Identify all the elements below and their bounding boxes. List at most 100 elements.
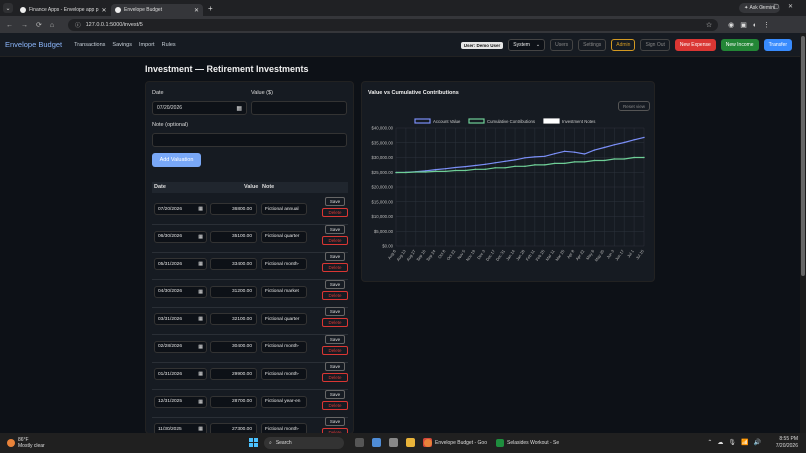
calendar-icon[interactable]: ▦ — [198, 289, 203, 295]
row-save-button[interactable]: Save — [325, 197, 345, 206]
file-explorer-icon[interactable] — [406, 438, 415, 447]
data-point — [454, 166, 457, 169]
row-note-input[interactable]: Fictional month- — [261, 340, 307, 353]
new-income-button[interactable]: New Income — [720, 39, 759, 51]
row-value-input[interactable]: 30400.00 — [210, 340, 257, 353]
row-save-button[interactable]: Save — [325, 334, 345, 344]
row-date-input[interactable]: 04/30/2026 ▦ — [154, 285, 207, 298]
row-value-input[interactable]: 35100.00 — [210, 230, 257, 243]
users-button[interactable]: Users — [550, 39, 574, 51]
nav-link-import[interactable]: Import — [139, 42, 155, 48]
row-value-input[interactable]: 28700.00 — [210, 395, 257, 408]
transfer-button[interactable]: Transfer — [763, 39, 792, 51]
value-vs-contributions-chart[interactable]: Account Value Cumulative Contributions Inv… — [362, 114, 654, 282]
row-date-input[interactable]: 01/31/2026 ▦ — [154, 368, 207, 380]
row-save-button[interactable]: Save — [325, 362, 345, 371]
row-save-button[interactable]: Save — [325, 279, 345, 289]
calendar-icon[interactable]: ▦ — [198, 399, 203, 405]
row-save-button[interactable]: Save — [325, 224, 345, 234]
calendar-icon[interactable]: ▦ — [198, 316, 203, 322]
browser-tab-envelope-budget[interactable]: Envelope Budget ✕ — [111, 4, 203, 16]
window-controls[interactable]: –▢✕ — [761, 3, 802, 10]
new-expense-button[interactable]: New Expense — [674, 39, 716, 51]
windows-start-icon[interactable] — [249, 438, 258, 447]
reset-view-button[interactable]: Reset view — [618, 101, 650, 111]
calendar-icon[interactable]: ▦ — [198, 206, 203, 212]
row-value-input[interactable]: 36800.00 — [210, 203, 257, 215]
nav-link-rules[interactable]: Rules — [162, 42, 176, 48]
row-delete-button[interactable]: Delete — [322, 400, 348, 410]
admin-button[interactable]: Admin — [611, 39, 636, 51]
row-delete-button[interactable]: Delete — [322, 208, 348, 217]
browser-tab-finance-apps[interactable]: Finance Apps - Envelope app p ✕ — [16, 4, 108, 16]
row-note-input[interactable]: Fictional month- — [261, 368, 307, 380]
row-save-button[interactable]: Save — [325, 389, 345, 399]
weather-desc: Mostly clear — [18, 443, 45, 449]
system-tray-icons[interactable]: ⌃☁🎙📶🔊 — [707, 439, 766, 446]
data-point — [464, 169, 467, 172]
taskbar-search[interactable]: ⌕ Search — [264, 437, 344, 449]
row-delete-button[interactable]: Delete — [322, 345, 348, 355]
row-date-input[interactable]: 12/31/2025 ▦ — [154, 395, 207, 408]
row-value-input[interactable]: 29900.00 — [210, 368, 257, 380]
chat-icon[interactable] — [389, 438, 398, 447]
calendar-icon[interactable]: ▦ — [198, 426, 203, 432]
row-save-button[interactable]: Save — [325, 307, 345, 316]
row-save-button[interactable]: Save — [325, 252, 345, 261]
row-note-input[interactable]: Fictional market — [261, 285, 307, 298]
calendar-icon[interactable]: ▦ — [198, 261, 203, 267]
close-tab-icon[interactable]: ✕ — [102, 7, 107, 14]
row-value-input[interactable]: 33400.00 — [210, 258, 257, 270]
calendar-icon[interactable]: ▦ — [198, 234, 203, 240]
navigation-icons[interactable]: ←→⟳⌂ — [6, 21, 62, 29]
tab-title: Finance Apps - Envelope app p — [29, 7, 99, 13]
taskbar-app-chrome[interactable]: Envelope Budget - Goo — [424, 437, 487, 449]
row-date-input[interactable]: 06/30/2026 ▦ — [154, 230, 207, 243]
close-tab-icon[interactable]: ✕ — [194, 7, 199, 14]
row-delete-button[interactable]: Delete — [322, 373, 348, 382]
add-valuation-button[interactable]: Add Valuation — [152, 153, 201, 167]
calendar-icon[interactable]: ▦ — [198, 344, 203, 350]
value-input[interactable] — [251, 101, 347, 115]
date-input[interactable]: 07/20/2026 ▦ — [152, 101, 247, 115]
extension-icons[interactable]: ◉▣◐⋮ — [728, 21, 776, 29]
row-date-input[interactable]: 03/31/2026 ▦ — [154, 313, 207, 325]
theme-select[interactable]: System ⌄ — [508, 39, 546, 51]
row-date-input[interactable]: 02/28/2026 ▦ — [154, 340, 207, 353]
task-view-icon[interactable] — [355, 438, 364, 447]
new-tab-icon[interactable]: + — [208, 4, 213, 13]
brand-link[interactable]: Envelope Budget — [5, 40, 62, 49]
row-delete-button[interactable]: Delete — [322, 290, 348, 300]
row-value-input[interactable]: 31200.00 — [210, 285, 257, 298]
sign-out-button[interactable]: Sign Out — [640, 39, 670, 51]
row-note-input[interactable]: Fictional year-en — [261, 395, 307, 408]
note-input[interactable] — [152, 133, 347, 147]
scrollbar-thumb[interactable] — [801, 36, 805, 276]
row-delete-button[interactable]: Delete — [322, 318, 348, 327]
row-delete-button[interactable]: Delete — [322, 235, 348, 245]
row-date-input[interactable]: 07/20/2026 ▦ — [154, 203, 207, 215]
row-note-input[interactable]: Fictional quarter — [261, 230, 307, 243]
row-delete-button[interactable]: Delete — [322, 263, 348, 272]
widgets-icon[interactable] — [372, 438, 381, 447]
taskbar-app-sheets[interactable]: Selasides Workout - Se — [496, 437, 559, 449]
page-scrollbar[interactable] — [800, 33, 806, 433]
nav-link-transactions[interactable]: Transactions — [74, 42, 105, 48]
nav-link-savings[interactable]: Savings — [112, 42, 132, 48]
weather-widget[interactable]: 86°F Mostly clear — [7, 437, 45, 449]
settings-button[interactable]: Settings — [578, 39, 607, 51]
site-info-icon[interactable]: ⓘ — [75, 21, 81, 29]
calendar-icon[interactable]: ▦ — [198, 371, 203, 377]
data-point — [434, 170, 437, 173]
bookmark-star-icon[interactable]: ☆ — [706, 21, 712, 29]
tab-search-icon[interactable]: ⌄ — [3, 3, 13, 13]
row-value-input[interactable]: 32100.00 — [210, 313, 257, 325]
row-date-input[interactable]: 05/31/2026 ▦ — [154, 258, 207, 270]
calendar-icon[interactable]: ▦ — [236, 105, 242, 112]
row-note-input[interactable]: Fictional annual — [261, 203, 307, 215]
row-save-button[interactable]: Save — [325, 417, 345, 426]
url-field[interactable]: ⓘ 127.0.0.1:5000/invest/5 ☆ — [68, 18, 719, 31]
row-note-input[interactable]: Fictional month- — [261, 258, 307, 270]
row-note-input[interactable]: Fictional quarter — [261, 313, 307, 325]
taskbar-clock[interactable]: 8:55 PM 7/20/2026 — [776, 436, 798, 450]
